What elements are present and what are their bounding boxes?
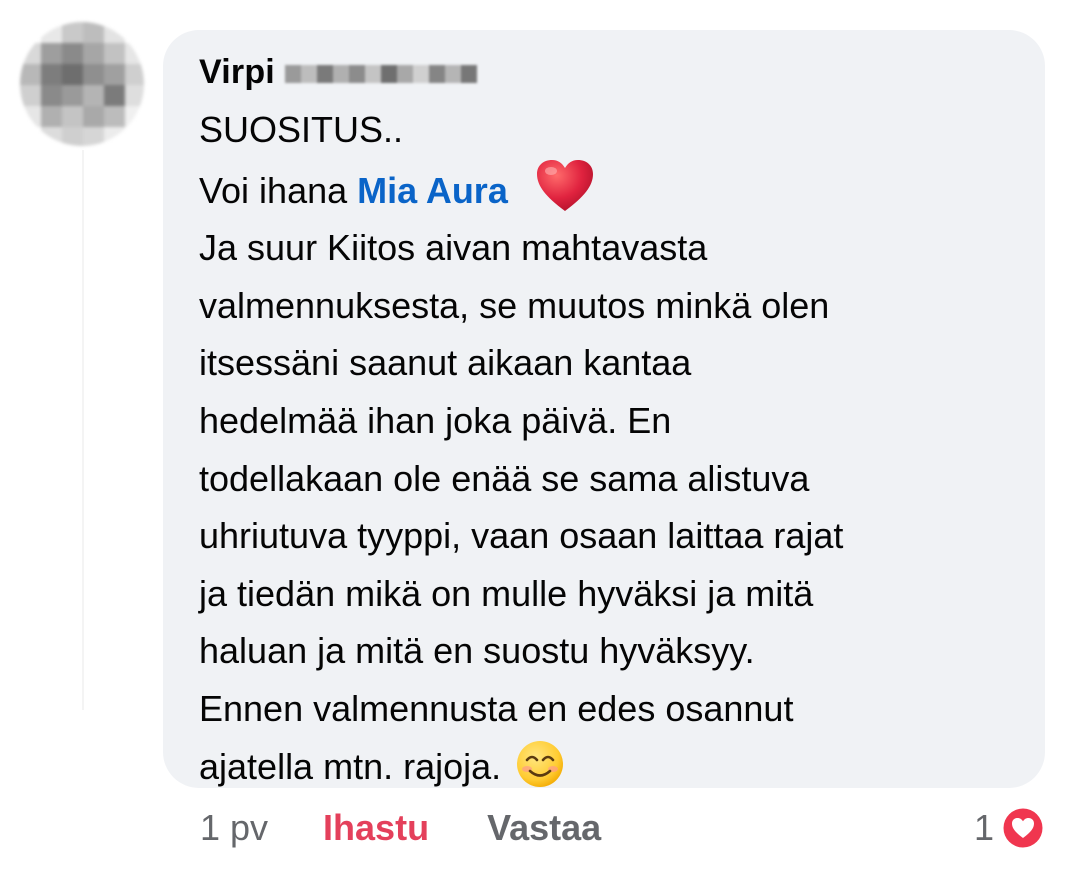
comment-screen: Virpi SUOSITUS.. Voi ihana Mia Aura Ja s… bbox=[0, 0, 1080, 872]
heart-reaction-icon bbox=[1001, 806, 1045, 850]
avatar-pixel bbox=[83, 64, 104, 85]
author-surname-redacted bbox=[284, 65, 477, 83]
reaction-count: 1 bbox=[973, 807, 994, 848]
author-name[interactable]: Virpi bbox=[199, 53, 275, 92]
comment-line: todellakaan ole enää se sama alistuva bbox=[199, 457, 810, 499]
avatar-pixel bbox=[83, 22, 104, 43]
comment-line: uhriutuva tyyppi, vaan osaan laittaa raj… bbox=[199, 515, 844, 557]
avatar-pixel bbox=[62, 64, 83, 85]
heart-emoji bbox=[536, 159, 593, 211]
comment-line: valmennuksesta, se muutos minkä olen bbox=[199, 284, 830, 326]
smiling-face-emoji bbox=[517, 740, 564, 787]
avatar-pixel bbox=[83, 106, 104, 127]
avatar-pixel bbox=[83, 85, 104, 106]
avatar-pixel bbox=[41, 127, 62, 146]
avatar-pixel bbox=[83, 43, 104, 64]
avatar-pixel bbox=[104, 85, 125, 106]
avatar-pixel bbox=[41, 22, 62, 43]
avatar-pixel bbox=[20, 22, 41, 43]
avatar-pixel bbox=[62, 127, 83, 146]
reaction-summary[interactable]: 1 bbox=[974, 804, 1046, 852]
avatar-pixel bbox=[62, 22, 83, 43]
avatar-pixel bbox=[20, 106, 41, 127]
comment-line: itsessäni saanut aikaan kantaa bbox=[199, 342, 692, 384]
avatar-pixel bbox=[20, 85, 41, 106]
comment-text: SUOSITUS.. Voi ihana Mia Aura Ja suur Ki… bbox=[199, 101, 1029, 795]
avatar-pixel bbox=[125, 64, 144, 85]
comment-line: Ennen valmennusta en edes osannut bbox=[199, 687, 794, 729]
comment-line: Ja suur Kiitos aivan mahtavasta bbox=[199, 227, 708, 269]
comment-line-last: ajatella mtn. rajoja. bbox=[199, 738, 1029, 796]
avatar-pixel bbox=[104, 43, 125, 64]
avatar-pixel bbox=[20, 64, 41, 85]
comment-line: SUOSITUS.. bbox=[199, 109, 404, 150]
comment-line-prefix: Voi ihana bbox=[199, 169, 358, 211]
mention-link[interactable]: Mia Aura bbox=[357, 170, 508, 211]
thread-line bbox=[82, 150, 84, 710]
comment-line-mention: Voi ihana Mia Aura bbox=[199, 159, 1029, 220]
timestamp[interactable]: 1 pv bbox=[200, 807, 268, 849]
avatar-pixel bbox=[41, 85, 62, 106]
avatar-pixel bbox=[41, 43, 62, 64]
avatar-pixel bbox=[104, 22, 125, 43]
avatar-pixel bbox=[125, 22, 144, 43]
avatar[interactable] bbox=[20, 22, 144, 146]
avatar-pixel bbox=[62, 106, 83, 127]
comment-line: hedelmää ihan joka päivä. En bbox=[199, 399, 672, 441]
avatar-pixel bbox=[62, 85, 83, 106]
avatar-pixel bbox=[125, 127, 144, 146]
avatar-pixel bbox=[83, 127, 104, 146]
avatar-pixel bbox=[62, 43, 83, 64]
reply-button[interactable]: Vastaa bbox=[487, 807, 601, 849]
avatar-pixel bbox=[104, 64, 125, 85]
comment-line: ja tiedän mikä on mulle hyväksi ja mitä bbox=[199, 572, 814, 614]
like-button[interactable]: Ihastu bbox=[323, 807, 429, 849]
avatar-pixel bbox=[20, 43, 41, 64]
comment-line-text: ajatella mtn. rajoja. bbox=[199, 745, 502, 787]
avatar-pixel bbox=[104, 127, 125, 146]
avatar-pixel bbox=[125, 106, 144, 127]
avatar-pixel bbox=[104, 106, 125, 127]
author-row: Virpi bbox=[199, 50, 477, 94]
avatar-pixel bbox=[125, 85, 144, 106]
avatar-pixel bbox=[125, 43, 144, 64]
avatar-pixel bbox=[20, 127, 41, 146]
comment-actions: 1 pv Ihastu Vastaa bbox=[200, 806, 601, 850]
avatar-pixel bbox=[41, 64, 62, 85]
comment-line: haluan ja mitä en suostu hyväksyy. bbox=[199, 630, 755, 672]
avatar-pixel bbox=[41, 106, 62, 127]
